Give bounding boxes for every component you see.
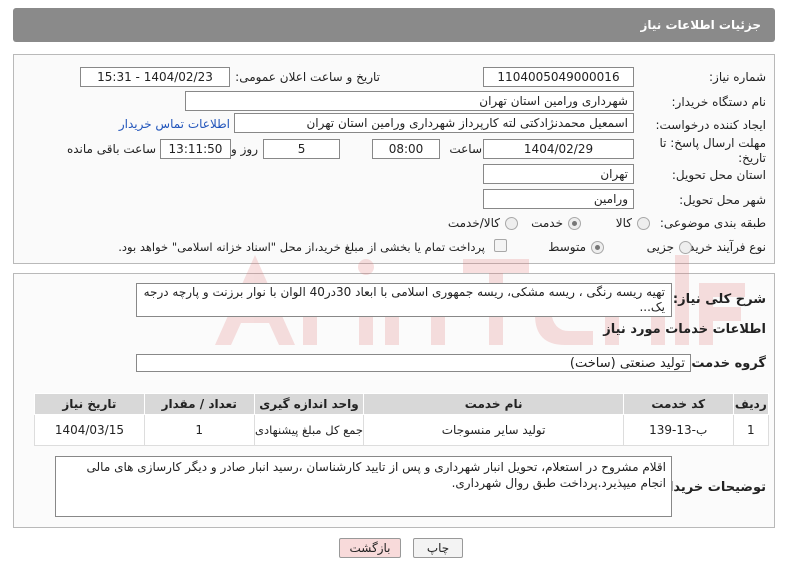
summary-label: شرح کلی نیاز: <box>672 292 766 307</box>
remaining-time-field: 13:11:50 <box>160 139 231 159</box>
creator-label: ایجاد کننده درخواست: <box>655 118 766 132</box>
col-service-code: کد خدمت <box>622 393 734 415</box>
col-need-date: تاریخ نیاز <box>34 393 145 415</box>
deadline-time-label: ساعت <box>449 142 482 156</box>
category-service-label: خدمت <box>531 216 563 230</box>
service-group-field: تولید صنعتی (ساخت) <box>136 354 691 372</box>
category-goods-service-label: کالا/خدمت <box>447 216 500 230</box>
category-goods-service-radio[interactable] <box>505 217 518 230</box>
province-field: تهران <box>483 164 634 184</box>
need-number-field: 1104005049000016 <box>483 67 634 87</box>
buyer-notes-textarea[interactable]: اقلام مشروح در استعلام، تحویل انبار شهرد… <box>55 456 672 517</box>
process-medium-label: متوسط <box>548 240 586 254</box>
creator-field: اسمعیل محمدنژادکتی لته کارپرداز شهرداری … <box>234 113 634 133</box>
category-service-radio[interactable] <box>568 217 581 230</box>
process-minor-radio[interactable] <box>679 241 692 254</box>
category-goods-label: کالا <box>615 216 632 230</box>
col-unit: واحد اندازه گیری <box>253 393 365 415</box>
city-label: شهر محل تحویل: <box>679 193 766 207</box>
col-row-number: ردیف <box>732 393 770 415</box>
category-label: طبقه بندی موضوعی: <box>659 216 766 230</box>
announce-field: 1404/02/23 - 15:31 <box>80 67 230 87</box>
province-label: استان محل تحویل: <box>671 168 766 182</box>
days-remaining-field: 5 <box>263 139 340 159</box>
cell-quantity: 1 <box>143 414 255 446</box>
summary-textarea[interactable]: تهیه ریسه رنگی ، ریسه مشکی، ریسه جمهوری … <box>136 283 672 317</box>
announce-label: تاریخ و ساعت اعلان عمومی: <box>235 70 380 84</box>
services-table: ردیف کد خدمت نام خدمت واحد اندازه گیری ت… <box>34 393 770 446</box>
print-button[interactable]: چاپ <box>413 538 463 558</box>
treasury-payment-note: پرداخت تمام یا بخشی از مبلغ خرید،از محل … <box>118 240 485 254</box>
page-header: جزئیات اطلاعات نیاز <box>13 8 775 42</box>
cell-row-number: 1 <box>732 414 770 446</box>
process-label: نوع فرآیند خرید : <box>681 240 766 254</box>
process-medium-radio[interactable] <box>591 241 604 254</box>
buyer-org-label: نام دستگاه خریدار: <box>671 95 767 109</box>
deadline-date-field: 1404/02/29 <box>483 139 634 159</box>
back-button[interactable]: بازگشت <box>339 538 401 558</box>
service-group-label: گروه خدمت: <box>686 356 766 371</box>
deadline-label: مهلت ارسال پاسخ: تا تاریخ: <box>659 136 766 165</box>
treasury-payment-checkbox[interactable] <box>494 239 507 252</box>
buyer-notes-text: اقلام مشروح در استعلام، تحویل انبار شهرد… <box>86 460 666 490</box>
remaining-time-label: ساعت باقی مانده <box>66 142 156 156</box>
cell-need-date: 1404/03/15 <box>34 414 145 446</box>
col-quantity: تعداد / مقدار <box>143 393 255 415</box>
deadline-time-field: 08:00 <box>372 139 440 159</box>
contact-info-link[interactable]: اطلاعات تماس خریدار <box>119 117 230 131</box>
table-header-row: ردیف کد خدمت نام خدمت واحد اندازه گیری ت… <box>34 393 770 415</box>
city-field: ورامین <box>483 189 634 209</box>
col-service-name: نام خدمت <box>363 393 624 415</box>
category-goods-radio[interactable] <box>637 217 650 230</box>
cell-unit: جمع کل مبلغ پیشنهادی <box>253 414 365 446</box>
buyer-notes-label: توضیحات خریدار: <box>656 480 766 495</box>
page-title: جزئیات اطلاعات نیاز <box>640 18 761 32</box>
services-section-title: اطلاعات خدمات مورد نیاز <box>603 322 766 337</box>
summary-text: تهیه ریسه رنگی ، ریسه مشکی، ریسه جمهوری … <box>143 285 665 314</box>
buyer-org-field: شهرداری ورامین استان تهران <box>185 91 634 111</box>
table-row: 1 ب-13-139 تولید سایر منسوجات جمع کل مبل… <box>34 414 770 446</box>
need-number-label: شماره نیاز: <box>709 70 766 84</box>
days-label: روز و <box>231 142 258 156</box>
cell-service-code: ب-13-139 <box>622 414 734 446</box>
cell-service-name: تولید سایر منسوجات <box>363 414 624 446</box>
process-minor-label: جزیی <box>646 240 674 254</box>
